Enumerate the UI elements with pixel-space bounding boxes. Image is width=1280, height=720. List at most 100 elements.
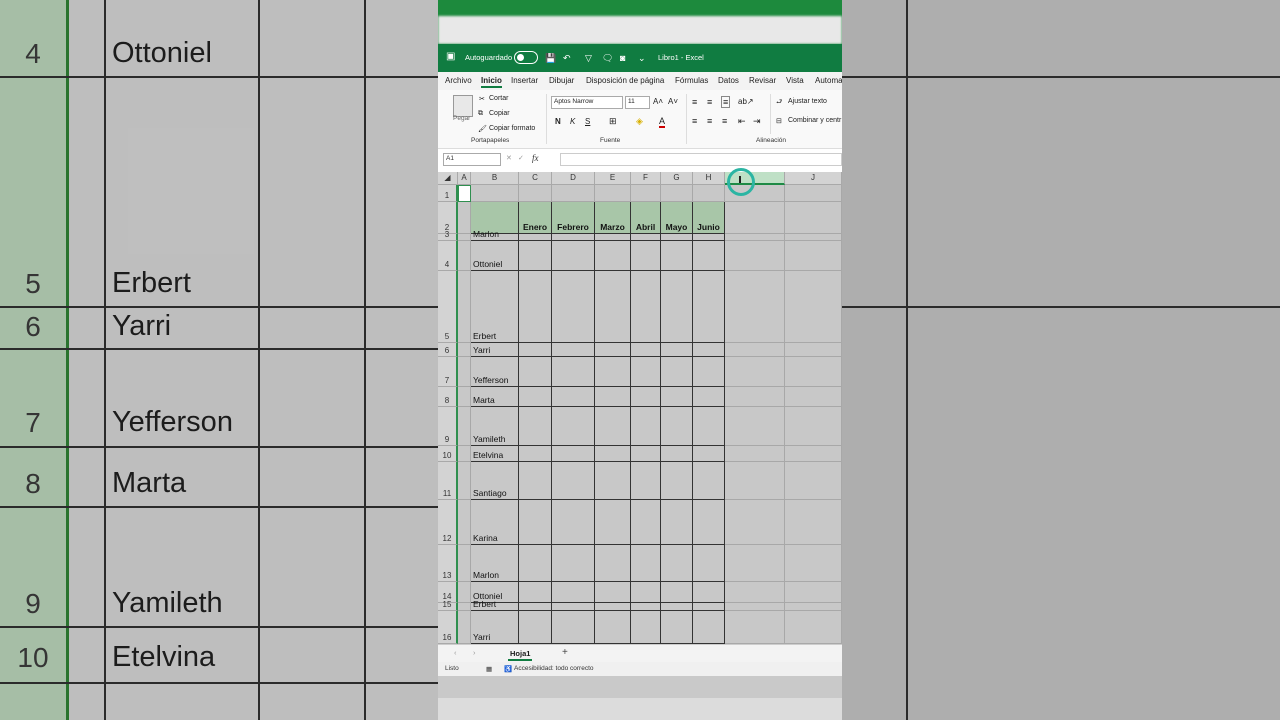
table-cell[interactable] xyxy=(519,343,552,357)
grid-cell[interactable] xyxy=(785,603,842,611)
row-header[interactable]: 16 xyxy=(438,611,458,644)
orientation-icon[interactable]: ab↗ xyxy=(738,97,754,106)
table-cell[interactable] xyxy=(661,407,693,446)
paste-label[interactable]: Pegar xyxy=(453,115,470,122)
table-cell[interactable] xyxy=(631,357,661,387)
table-cell[interactable] xyxy=(595,603,631,611)
tab-datos[interactable]: Datos xyxy=(718,76,739,85)
grid-cell[interactable] xyxy=(725,582,785,603)
grid-cell[interactable] xyxy=(725,462,785,500)
grid-cell[interactable] xyxy=(785,202,842,234)
table-cell[interactable] xyxy=(631,582,661,603)
grid-cell[interactable] xyxy=(725,611,785,644)
grid-cell[interactable] xyxy=(458,387,471,407)
table-cell[interactable] xyxy=(693,234,725,241)
table-cell[interactable] xyxy=(693,500,725,545)
table-cell[interactable] xyxy=(661,241,693,271)
tab-formulas[interactable]: Fórmulas xyxy=(675,76,708,85)
grid-cell[interactable] xyxy=(458,611,471,644)
table-cell[interactable] xyxy=(519,446,552,462)
grid-cell[interactable] xyxy=(661,185,693,202)
copy-button[interactable]: Copiar xyxy=(489,110,510,117)
table-cell[interactable] xyxy=(595,500,631,545)
row-header[interactable]: 3 xyxy=(438,230,458,241)
grid-cell[interactable] xyxy=(785,611,842,644)
grid-cell[interactable] xyxy=(595,185,631,202)
table-cell[interactable] xyxy=(693,582,725,603)
table-cell[interactable] xyxy=(595,611,631,644)
macro-icon[interactable]: ▦ xyxy=(486,665,492,673)
table-cell[interactable] xyxy=(519,500,552,545)
table-cell[interactable] xyxy=(595,271,631,343)
table-cell[interactable] xyxy=(519,611,552,644)
table-cell[interactable] xyxy=(631,234,661,241)
col-header[interactable]: G xyxy=(661,172,693,185)
table-cell[interactable] xyxy=(631,446,661,462)
table-cell[interactable] xyxy=(631,241,661,271)
table-cell[interactable] xyxy=(661,387,693,407)
table-cell[interactable] xyxy=(595,387,631,407)
grid-cell[interactable] xyxy=(785,462,842,500)
row-header[interactable]: 9 xyxy=(438,407,458,446)
formula-enter-icon[interactable]: ✓ xyxy=(518,154,524,162)
table-cell[interactable] xyxy=(519,407,552,446)
table-cell[interactable] xyxy=(552,357,595,387)
table-cell[interactable] xyxy=(631,343,661,357)
tab-archivo[interactable]: Archivo xyxy=(445,76,472,85)
table-cell[interactable] xyxy=(552,462,595,500)
grid-cell[interactable] xyxy=(458,545,471,582)
comment-icon[interactable]: 🗨 xyxy=(602,53,613,64)
grid-cell[interactable] xyxy=(785,407,842,446)
fx-label[interactable]: fx xyxy=(532,153,539,163)
grid-cell[interactable] xyxy=(519,185,552,202)
align-center-icon[interactable]: ≡ xyxy=(707,116,712,126)
merge-center-button[interactable]: Combinar y centr xyxy=(788,117,841,124)
grow-font-icon[interactable]: A˄ xyxy=(653,97,663,106)
font-size-select[interactable]: 11 xyxy=(625,96,650,109)
table-cell[interactable] xyxy=(693,343,725,357)
grid-cell[interactable] xyxy=(458,446,471,462)
bold-button[interactable]: N xyxy=(555,117,561,126)
row-header[interactable]: 11 xyxy=(438,462,458,500)
grid-cell[interactable] xyxy=(785,582,842,603)
table-cell[interactable] xyxy=(661,271,693,343)
table-header-cell[interactable]: Febrero xyxy=(552,202,595,234)
table-cell[interactable] xyxy=(519,603,552,611)
table-cell[interactable] xyxy=(693,387,725,407)
col-header[interactable]: C xyxy=(519,172,552,185)
table-cell[interactable] xyxy=(631,500,661,545)
select-all-corner[interactable]: ◢ xyxy=(438,172,458,185)
grid-cell[interactable] xyxy=(725,545,785,582)
col-header[interactable]: A xyxy=(458,172,471,185)
save-icon[interactable]: 💾 xyxy=(545,53,556,64)
sheet-tab-hoja1[interactable]: Hoja1 xyxy=(508,647,533,661)
decrease-indent-icon[interactable]: ⇤ xyxy=(738,116,746,127)
filter-icon[interactable]: ▽ xyxy=(585,53,592,64)
table-cell[interactable] xyxy=(595,462,631,500)
table-cell[interactable] xyxy=(661,446,693,462)
row-header[interactable]: 13 xyxy=(438,545,458,582)
table-cell[interactable] xyxy=(552,603,595,611)
prev-sheet-icon[interactable]: ‹ xyxy=(454,648,457,657)
table-cell[interactable] xyxy=(631,271,661,343)
col-header[interactable]: D xyxy=(552,172,595,185)
table-cell[interactable] xyxy=(661,603,693,611)
row-header[interactable]: 6 xyxy=(438,343,458,357)
grid-cell[interactable] xyxy=(458,357,471,387)
grid-cell[interactable] xyxy=(785,545,842,582)
wrap-text-button[interactable]: Ajustar texto xyxy=(788,98,827,105)
grid-cell[interactable] xyxy=(725,603,785,611)
table-cell[interactable] xyxy=(631,611,661,644)
table-cell[interactable] xyxy=(595,407,631,446)
grid-cell[interactable] xyxy=(785,343,842,357)
table-cell[interactable] xyxy=(693,462,725,500)
table-cell[interactable] xyxy=(631,407,661,446)
col-header[interactable]: H xyxy=(693,172,725,185)
table-cell[interactable] xyxy=(519,387,552,407)
underline-button[interactable]: S xyxy=(585,117,590,126)
table-cell[interactable] xyxy=(552,343,595,357)
row-header[interactable]: 5 xyxy=(438,271,458,343)
next-sheet-icon[interactable]: › xyxy=(473,648,476,657)
accessibility-status[interactable]: Accesibilidad: todo correcto xyxy=(514,665,594,672)
table-header-cell[interactable]: Junio xyxy=(693,202,725,234)
